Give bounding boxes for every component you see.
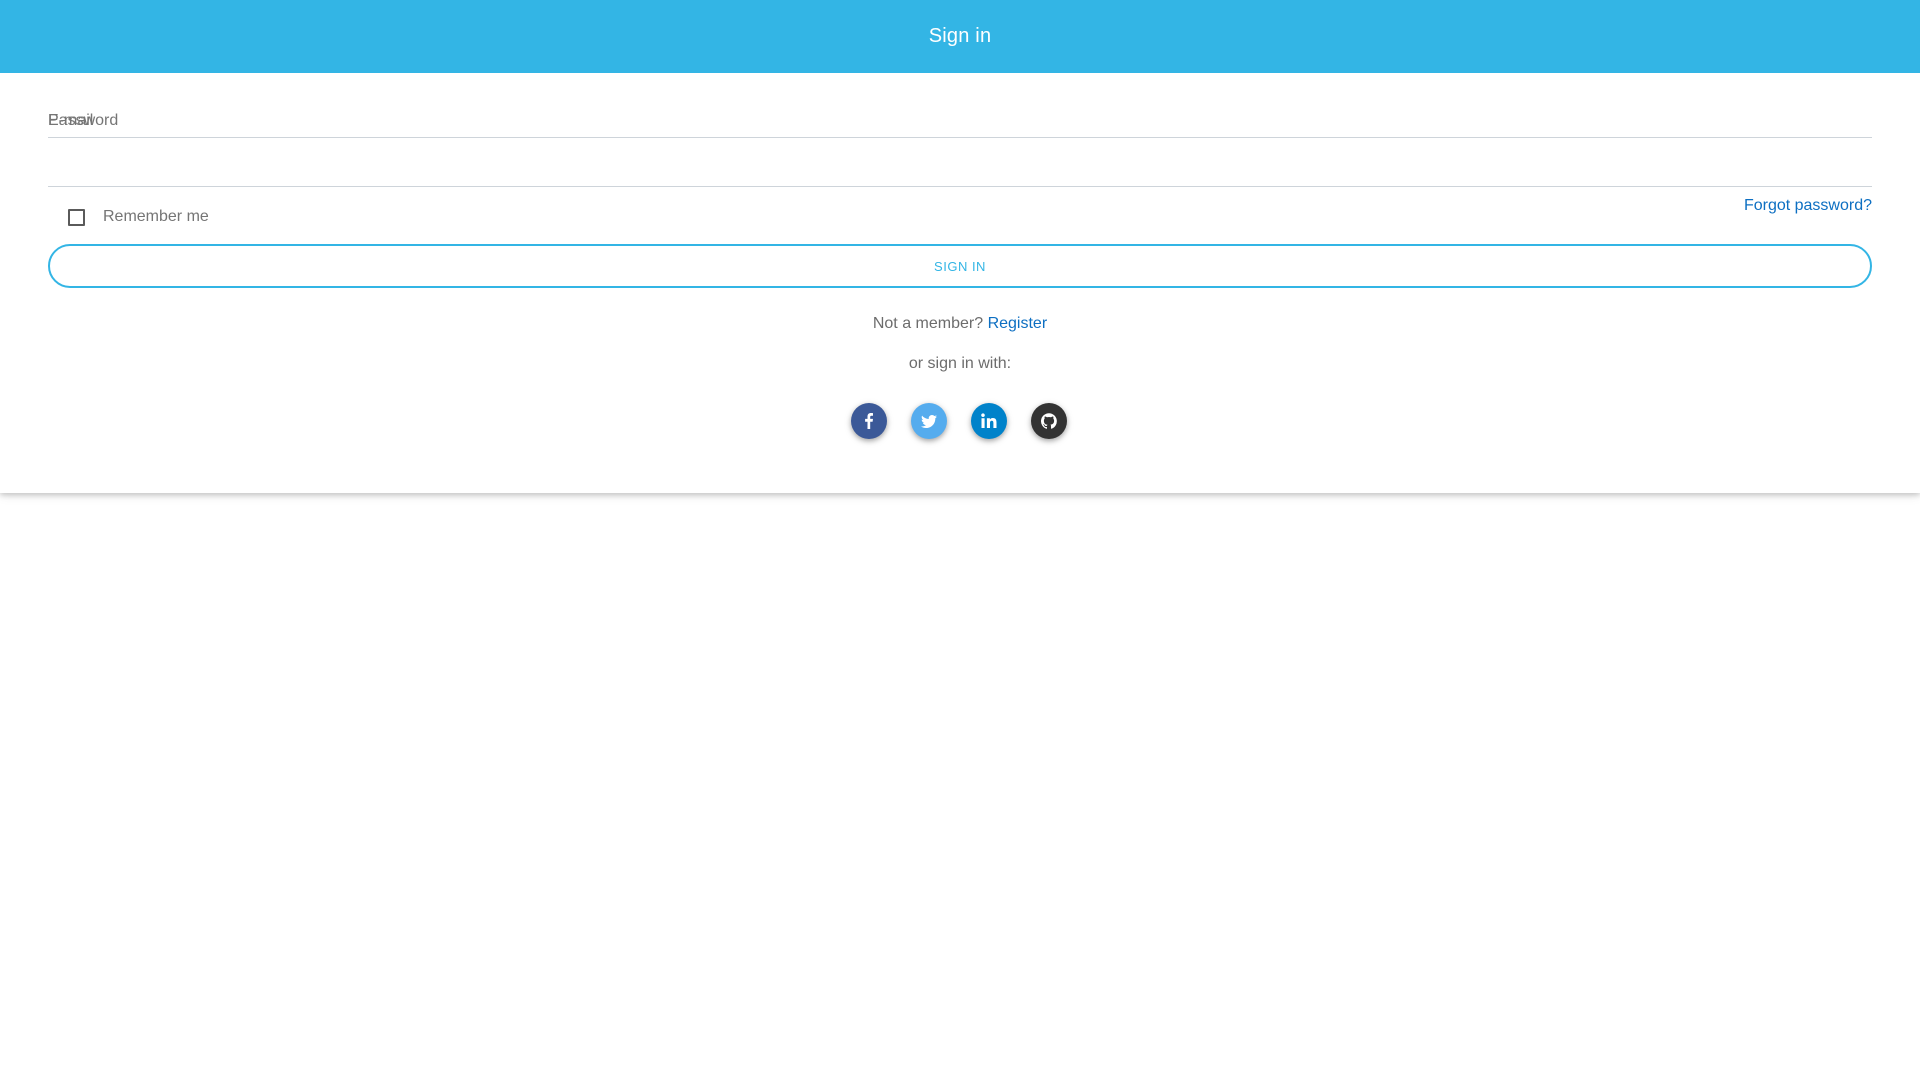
password-field[interactable] (48, 156, 1872, 184)
card-header: Sign in (0, 0, 1920, 73)
linkedin-button[interactable] (971, 403, 1007, 439)
twitter-icon (921, 413, 937, 429)
checkbox-box[interactable] (68, 208, 85, 226)
github-button[interactable] (1031, 403, 1067, 439)
or-sign-in-with-text: or sign in with: (908, 355, 1012, 372)
twitter-button[interactable] (911, 403, 947, 439)
register-link[interactable]: Register (988, 315, 1048, 332)
linkedin-icon (981, 413, 997, 429)
email-field[interactable] (48, 107, 1872, 135)
github-icon (1041, 413, 1057, 429)
forgot-password-link[interactable]: Forgot password? (1744, 197, 1872, 215)
sign-in-button[interactable]: SIGN IN (48, 244, 1872, 288)
remember-me-checkbox[interactable]: Remember me (68, 208, 209, 226)
not-member-text: Not a member? (872, 315, 984, 332)
facebook-icon (861, 413, 877, 429)
password-field-wrapper (48, 147, 1872, 187)
register-prompt: Not a member? Register (48, 315, 1872, 333)
password-label: Password (48, 112, 119, 129)
signin-form: E-mail Password Remember me Forgot passw… (48, 73, 1872, 493)
signin-card: Sign in E-mail Password Remember me Forg… (0, 0, 1920, 493)
remember-me-label: Remember me (103, 208, 209, 225)
page-title: Sign in (928, 25, 992, 47)
email-field-wrapper: E-mail (48, 98, 1872, 138)
facebook-button[interactable] (851, 403, 887, 439)
social-buttons (851, 403, 1067, 439)
